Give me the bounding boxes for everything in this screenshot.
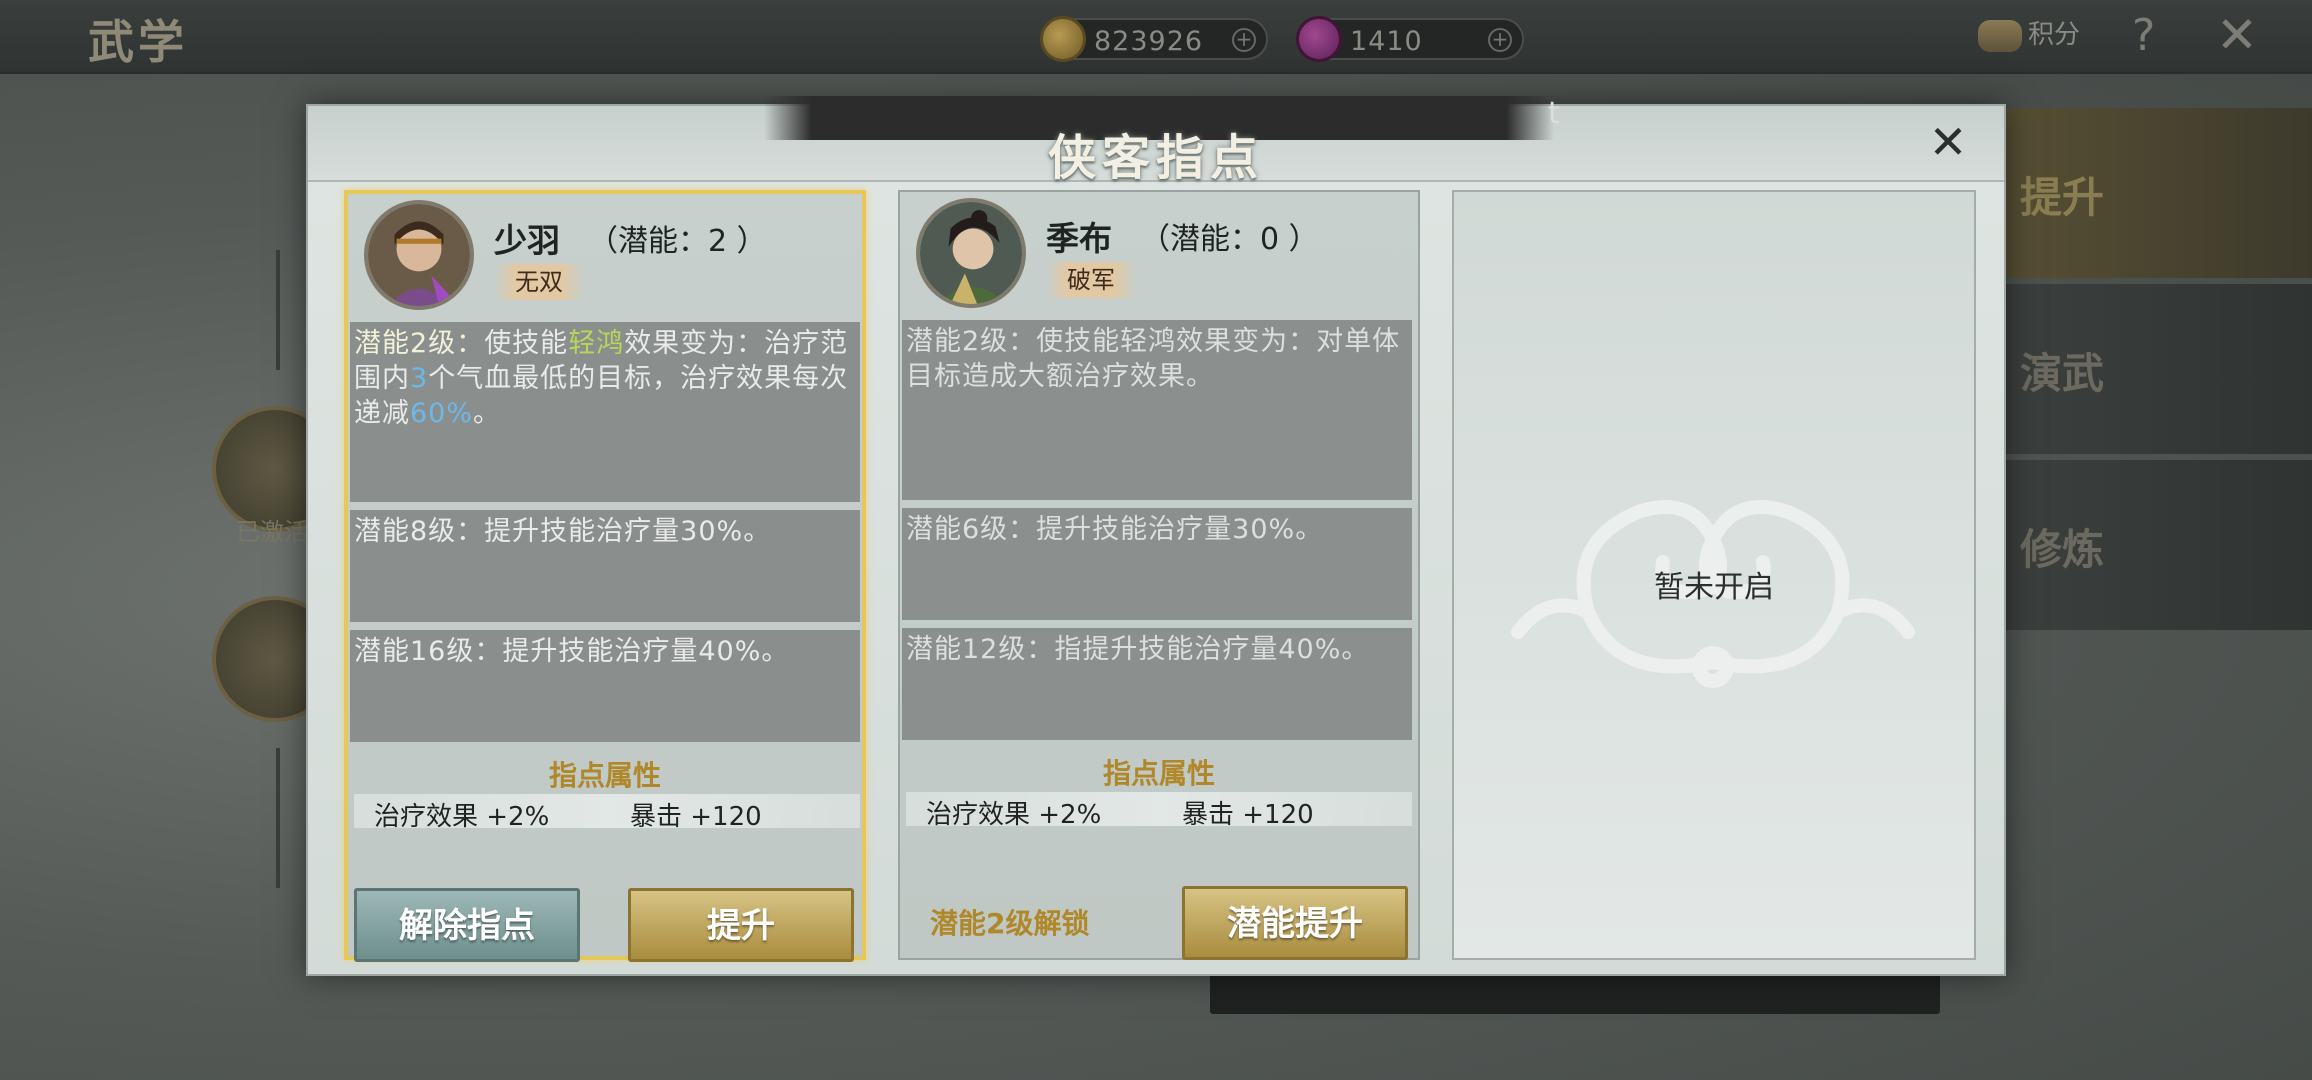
potential-level-2: 潜能2级：使技能轻鸿效果变为：治疗范围内3个气血最低的目标，治疗效果每次递减60…	[350, 322, 860, 502]
portrait-icon	[920, 202, 1022, 304]
potential-level-8: 潜能8级：提升技能治疗量30%。	[350, 510, 860, 622]
coin-icon	[1040, 16, 1086, 62]
score-icon	[1978, 19, 2022, 52]
hero-class-badge: 无双	[494, 264, 584, 300]
dialog-title: 侠客指点	[1047, 130, 1264, 186]
locked-label: 暂未开启	[1654, 570, 1774, 605]
remove-mentor-button[interactable]: 解除指点	[354, 888, 580, 962]
attributes-title: 指点属性	[548, 759, 661, 792]
attributes-row: 治疗效果 +2% 暴击 +120	[906, 792, 1412, 830]
potential-level-12: 潜能12级：指提升技能治疗量40%。	[902, 628, 1412, 740]
gem-currency: 1410 +	[1296, 16, 1524, 62]
menu-item-label: 提升	[2020, 173, 2105, 222]
divider	[276, 748, 280, 888]
close-icon[interactable]: ✕	[1922, 118, 1974, 170]
attributes-row: 治疗效果 +2% 暴击 +120	[354, 794, 860, 832]
activated-label: 已激活	[236, 518, 308, 546]
mentor-dialog: t 侠客指点 ✕ 少羽 （潜能：2 ） 无双 潜能2级：使技能轻鸿效果变为：治疗…	[306, 96, 2006, 976]
hero-name: 少羽	[494, 221, 560, 260]
hero-potential: （潜能：2 ）	[588, 224, 767, 259]
bottom-bar	[1210, 970, 1940, 1014]
avatar	[916, 198, 1026, 308]
menu-item-cultivate[interactable]: 修炼	[1960, 460, 2312, 630]
unlock-hint: 潜能2级解锁	[930, 907, 1090, 940]
locked-slot: 暂未开启	[1452, 190, 1976, 960]
potential-level-2: 潜能2级：使技能轻鸿效果变为：对单体目标造成大额治疗效果。	[902, 320, 1412, 500]
heal-effect-attr: 治疗效果 +2%	[374, 802, 550, 832]
gem-amount: 1410	[1350, 26, 1423, 57]
help-button[interactable]: ?	[2132, 10, 2155, 61]
score-label: 积分	[2028, 20, 2081, 50]
crit-attr: 暴击 +120	[630, 802, 762, 832]
add-copper-button[interactable]: +	[1232, 28, 1256, 52]
score-button[interactable]: 积分	[1978, 14, 2080, 52]
top-bar: 武学 823926 + 1410 + 积分 ? ✕	[0, 0, 2312, 74]
potential-level-16: 潜能16级：提升技能治疗量40%。	[350, 630, 860, 742]
target-count-highlight: 3	[410, 363, 429, 394]
portrait-icon	[368, 204, 470, 306]
avatar	[364, 200, 474, 310]
menu-item-label: 修炼	[2020, 525, 2105, 574]
gem-icon	[1296, 16, 1342, 62]
page-title: 武学	[88, 15, 188, 69]
hero-name: 季布	[1046, 219, 1112, 258]
hero-class-badge: 破军	[1046, 262, 1136, 298]
attributes-title: 指点属性	[1102, 757, 1215, 790]
menu-item-label: 演武	[2020, 349, 2105, 398]
upgrade-button[interactable]: 提升	[628, 888, 854, 962]
skill-name-highlight: 轻鸿	[568, 328, 625, 359]
potential-upgrade-button[interactable]: 潜能提升	[1182, 886, 1408, 960]
hero-card-shaoyu[interactable]: 少羽 （潜能：2 ） 无双 潜能2级：使技能轻鸿效果变为：治疗范围内3个气血最低…	[344, 190, 866, 962]
menu-item-upgrade[interactable]: 提升	[1960, 108, 2312, 278]
crit-attr: 暴击 +120	[1182, 800, 1314, 830]
hero-card-jibu[interactable]: 季布 （潜能：0 ） 破军 潜能2级：使技能轻鸿效果变为：对单体目标造成大额治疗…	[898, 190, 1420, 960]
dialog-header: t 侠客指点 ✕	[308, 96, 2004, 186]
close-page-button[interactable]: ✕	[2216, 6, 2258, 64]
hero-potential: （潜能：0 ）	[1140, 222, 1319, 257]
add-gem-button[interactable]: +	[1488, 28, 1512, 52]
copper-amount: 823926	[1094, 26, 1204, 57]
divider	[276, 250, 280, 370]
decay-percent-highlight: 60%	[410, 398, 474, 429]
heal-effect-attr: 治疗效果 +2%	[926, 800, 1102, 830]
menu-item-practice[interactable]: 演武	[1960, 284, 2312, 454]
copper-currency: 823926 +	[1040, 16, 1268, 62]
potential-level-6: 潜能6级：提升技能治疗量30%。	[902, 508, 1412, 620]
